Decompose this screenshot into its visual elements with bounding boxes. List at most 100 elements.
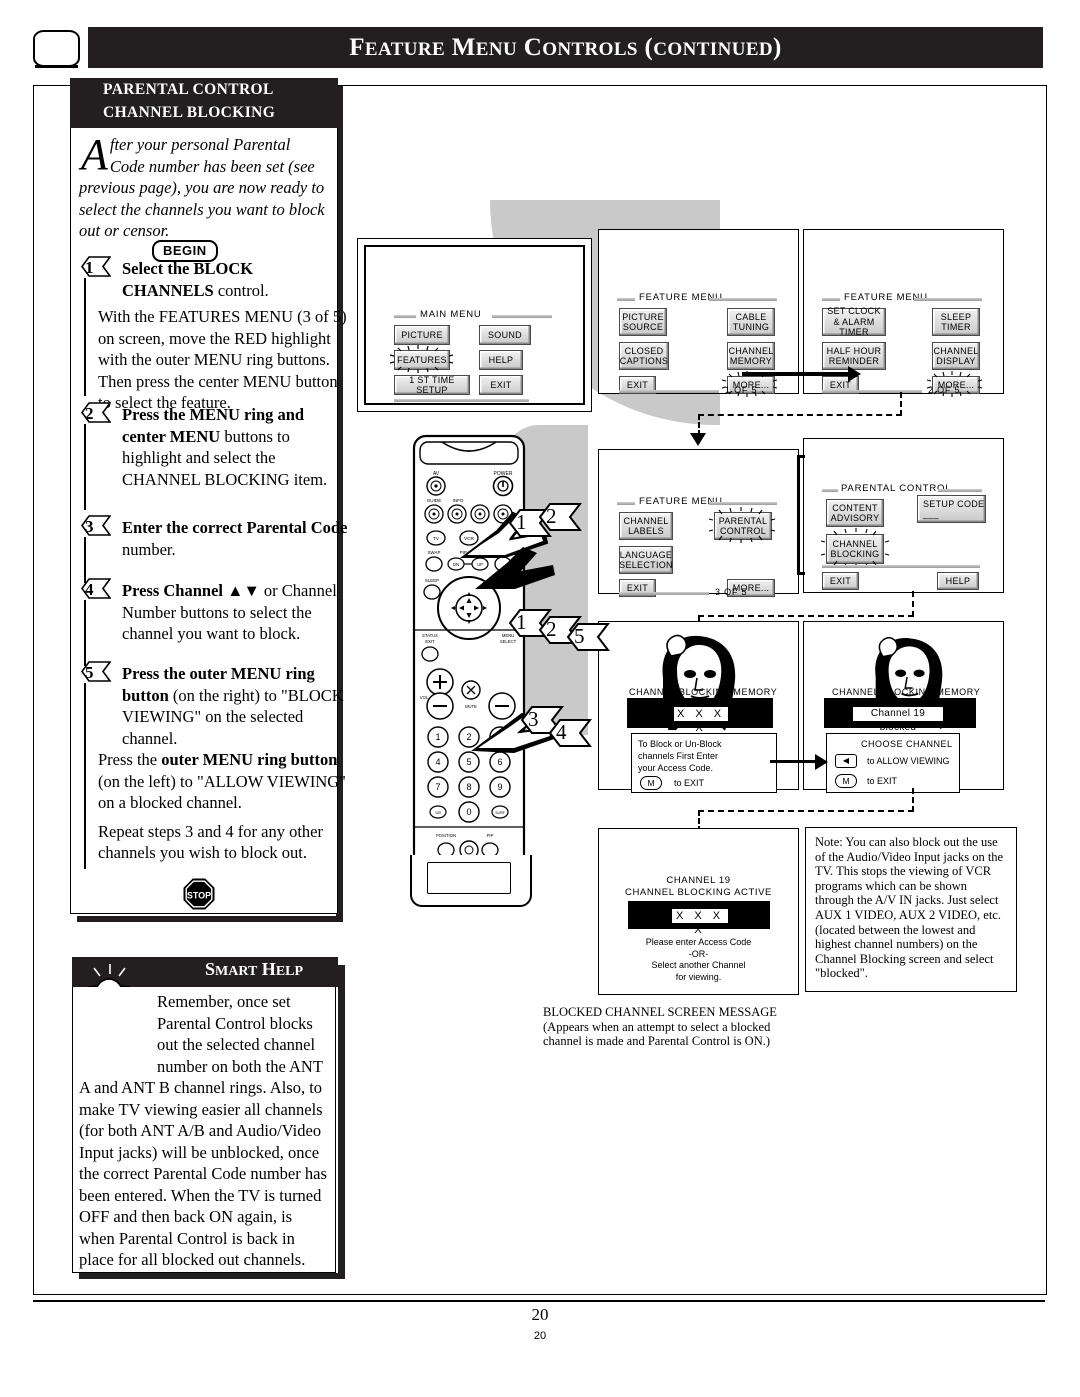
blocked-foot-4: for viewing. bbox=[675, 972, 722, 982]
smart-help-shadow bbox=[338, 965, 345, 1279]
blocking-instruction-panel: To Block or Un-Block channels First Ente… bbox=[631, 733, 777, 793]
blocking-screen-1: CHANNEL BLOCKING MEMORY X X X X To Block… bbox=[598, 621, 799, 793]
svg-text:TV: TV bbox=[433, 536, 440, 541]
flow-dash-v5 bbox=[912, 788, 914, 812]
blocked-line-1: CHANNEL 19 bbox=[666, 875, 731, 886]
osd-button-help[interactable]: HELP bbox=[937, 572, 979, 590]
flow-dash-h2 bbox=[698, 615, 914, 617]
osd-button-picture[interactable]: PICTURE bbox=[394, 325, 450, 345]
blocking-screen-1-title: CHANNEL BLOCKING MEMORY bbox=[629, 687, 778, 697]
flow-arrow-2 bbox=[690, 433, 706, 446]
intro-dropcap: A bbox=[81, 130, 108, 179]
feature-menu-3-page: 3 OF 5 bbox=[715, 587, 748, 597]
osd-button-channel-display[interactable]: CHANNEL DISPLAY bbox=[932, 342, 980, 370]
blocking-screen-2-title: CHANNEL BLOCKING MEMORY bbox=[832, 687, 981, 697]
osd-button-sound[interactable]: SOUND bbox=[479, 325, 531, 345]
remote-battery-door bbox=[427, 862, 511, 894]
main-menu-title: MAIN MENU bbox=[420, 309, 482, 320]
sidebar-header: PARENTAL CONTROL CHANNEL BLOCKING bbox=[70, 78, 338, 128]
blocked-message-screen: CHANNEL 19 CHANNEL BLOCKING ACTIVE X X X… bbox=[598, 828, 799, 995]
access-code-field[interactable]: X X X X bbox=[673, 706, 729, 734]
intro-text: fter your personal Parental Code number … bbox=[79, 135, 325, 240]
flow-dash-v1 bbox=[900, 392, 902, 416]
svg-text:100: 100 bbox=[435, 811, 441, 815]
svg-text:STOP: STOP bbox=[187, 891, 211, 901]
blocked-screen-caption: BLOCKED CHANNEL SCREEN MESSAGE (Appears … bbox=[543, 1005, 833, 1049]
smart-help-shadow-bottom bbox=[79, 1273, 345, 1279]
note-box: Note: You can also block out the use of … bbox=[805, 827, 1017, 992]
flow-dash-h1 bbox=[698, 414, 902, 416]
svg-text:MUTE: MUTE bbox=[465, 704, 477, 709]
osd-button-set-clock-alarm-timer[interactable]: SET CLOCK & ALARM TIMER bbox=[822, 306, 886, 337]
sidebar-header-line2: CHANNEL BLOCKING bbox=[103, 104, 276, 121]
step-5-text-3: Repeat steps 3 and 4 for any other chann… bbox=[98, 821, 323, 863]
sidebar-shadow-bottom bbox=[77, 916, 343, 922]
flow-line-2b bbox=[797, 455, 800, 575]
svg-text:SLEEP: SLEEP bbox=[425, 578, 439, 583]
note-text: Note: You can also block out the use of … bbox=[815, 835, 1004, 981]
osd-button-exit[interactable]: EXIT bbox=[822, 572, 859, 590]
callout-4: 4 bbox=[548, 718, 592, 748]
osd-button-help[interactable]: HELP bbox=[479, 350, 523, 370]
flow-dash-v3 bbox=[912, 591, 914, 617]
allow-viewing-label: to ALLOW VIEWING bbox=[867, 756, 950, 766]
osd-button-cable-tuning[interactable]: CABLE TUNING bbox=[727, 308, 775, 336]
blocked-code-field[interactable]: X X X X bbox=[671, 908, 729, 936]
feature-menu-2-screen: FEATURE MENU SET CLOCK & ALARM TIMER HAL… bbox=[803, 229, 1004, 397]
svg-text:GUIDE: GUIDE bbox=[427, 498, 442, 503]
page-number-small: 20 bbox=[533, 1330, 547, 1342]
step-1-number: 1 bbox=[81, 256, 115, 278]
menu-key-action: to EXIT bbox=[674, 778, 705, 788]
choose-channel-title: CHOOSE CHANNEL bbox=[861, 739, 953, 749]
svg-text:AV: AV bbox=[433, 471, 440, 477]
step-5-rule bbox=[84, 683, 86, 869]
svg-text:EXIT: EXIT bbox=[425, 639, 435, 644]
highlight-glow-parental-control bbox=[708, 507, 776, 543]
osd-button-channel-memory[interactable]: CHANNEL MEMORY bbox=[727, 342, 775, 370]
footer-rule bbox=[33, 1300, 1045, 1302]
manual-page: FEATURE MENU CONTROLS (CONTINUED) PARENT… bbox=[0, 0, 1080, 1397]
callout-5: 5 bbox=[566, 622, 610, 652]
osd-button-language-selection[interactable]: LANGUAGE SELECTION bbox=[619, 546, 673, 574]
osd-button-exit[interactable]: EXIT bbox=[479, 375, 523, 395]
svg-text:PIP: PIP bbox=[487, 833, 494, 838]
osd-button-sleep-timer[interactable]: SLEEP TIMER bbox=[932, 308, 980, 336]
svg-text:POSITION: POSITION bbox=[436, 833, 456, 838]
tv-icon bbox=[33, 30, 80, 70]
step-4: 4 Press Channel ▲▼ or Channel Number but… bbox=[81, 578, 348, 645]
step-3: 3 Enter the correct Parental Code number… bbox=[81, 515, 348, 560]
feature-menu-1-screen: FEATURE MENU PICTURE SOURCE CLOSED CAPTI… bbox=[598, 229, 799, 397]
instruction-line-1: To Block or Un-Block bbox=[638, 739, 722, 749]
step-5-text-2: Press the outer MENU ring button (on the… bbox=[98, 750, 346, 812]
step-5-number: 5 bbox=[81, 661, 115, 683]
intro-paragraph: After your personal Parental Code number… bbox=[71, 128, 337, 242]
caption-line-1: BLOCKED CHANNEL SCREEN MESSAGE bbox=[543, 1005, 777, 1019]
page-number: 20 bbox=[531, 1305, 549, 1324]
menu-key-icon: M bbox=[640, 776, 662, 790]
remote-control-illustration: AV POWER GUIDE INFO TV VCR ACC bbox=[410, 432, 528, 875]
step-1-body: With the FEATURES MENU (3 of 5) on scree… bbox=[98, 307, 347, 412]
osd-button-setup-code[interactable]: SETUP CODE ___ bbox=[917, 495, 986, 523]
smart-help-title: SMART HELP bbox=[205, 959, 304, 979]
step-2-number: 2 bbox=[81, 402, 115, 424]
feature-menu-1-page: 1 OF 5 bbox=[725, 385, 758, 395]
svg-text:0: 0 bbox=[466, 807, 471, 817]
osd-button-picture-source[interactable]: PICTURE SOURCE bbox=[619, 308, 667, 336]
osd-button-closed-captions[interactable]: CLOSED CAPTIONS bbox=[619, 342, 669, 370]
osd-button-channel-labels[interactable]: CHANNEL LABELS bbox=[619, 512, 673, 540]
blocked-foot-3: Select another Channel bbox=[651, 960, 746, 970]
step-1: 1 Select the BLOCK CHANNELS control. Wit… bbox=[81, 256, 348, 414]
step-1-rule bbox=[84, 278, 86, 396]
svg-text:1: 1 bbox=[435, 732, 440, 742]
flow-dash-h3 bbox=[698, 810, 914, 812]
osd-button-content-advisory[interactable]: CONTENT ADVISORY bbox=[826, 499, 884, 527]
caption-line-3: channel is made and Parental Control is … bbox=[543, 1034, 771, 1049]
blocked-foot-1: Please enter Access Code bbox=[645, 937, 752, 947]
svg-text:VOL: VOL bbox=[420, 695, 429, 700]
svg-text:SELECT: SELECT bbox=[500, 639, 517, 644]
channel-status-field: Channel 19 blocked bbox=[852, 706, 944, 733]
step-2: 2 Press the MENU ring and center MENU bu… bbox=[81, 402, 348, 490]
page-title-bar: FEATURE MENU CONTROLS (CONTINUED) bbox=[88, 27, 1043, 68]
osd-button-1st-time-setup[interactable]: 1 ST TIME SETUP bbox=[394, 375, 470, 395]
step-5: 5 Press the outer MENU ring button (on t… bbox=[81, 661, 348, 864]
